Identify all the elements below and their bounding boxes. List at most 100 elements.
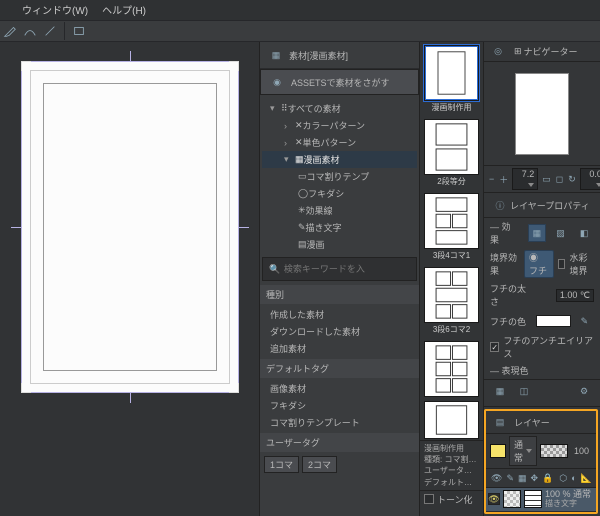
effect-btn-1[interactable]: ▦	[528, 224, 546, 242]
tree-mono-pattern[interactable]: ›✕ 単色パターン	[262, 134, 417, 151]
eye-icon[interactable]: ◎	[489, 43, 507, 61]
zoom-fit-icon[interactable]: ▭	[542, 172, 551, 186]
canvas-area[interactable]	[0, 42, 260, 516]
tag-balloon[interactable]: フキダシ	[260, 397, 419, 414]
tool-line-icon[interactable]	[41, 22, 59, 40]
material-tree: ▾⠿ すべての素材 ›✕ カラーパターン ›✕ 単色パターン ▾▦ 漫画素材 ▭…	[260, 98, 419, 255]
tone-toggle[interactable]: トーン化	[420, 490, 483, 508]
layer-property-panel: ⓘ レイヤープロパティ — 効果 ▦ ▨ ◧ 境界効果 ◉ フチ 水彩境界 フチ…	[484, 193, 600, 407]
prop-tool-1[interactable]: ▦	[491, 382, 509, 400]
border-color-swatch[interactable]	[536, 315, 571, 327]
ruler-icon[interactable]: 📐	[581, 471, 592, 485]
eyedropper-icon[interactable]: ✎	[576, 312, 593, 330]
navigator-preview[interactable]	[484, 62, 600, 166]
mask-icon[interactable]: ◐	[571, 471, 576, 485]
workspace: ▦ 素材[漫画素材] ◉ ASSETSで素材をさがす ▾⠿ すべての素材 ›✕ …	[0, 42, 600, 516]
watercolor-label: 水彩境界	[569, 251, 594, 277]
layers-panel: ▤ レイヤー 通常 100 👁 ✎ ▦ ✥ 🔒 ⬡ ◐ 📐	[484, 409, 598, 514]
watercolor-check[interactable]	[558, 259, 565, 269]
canvas-page[interactable]	[30, 70, 230, 384]
user-tag-2[interactable]: 2コマ	[302, 456, 337, 473]
navigator-page	[515, 73, 569, 155]
antialias-row[interactable]: フチのアンチエイリアス	[484, 332, 600, 362]
thumb-5[interactable]	[424, 341, 479, 397]
opacity-value[interactable]: 100	[571, 446, 592, 456]
filter-created[interactable]: 作成した素材	[260, 306, 419, 323]
opacity-checker	[540, 444, 568, 458]
layer-property-tab[interactable]: ⓘ レイヤープロパティ	[484, 193, 600, 218]
thumb-2[interactable]	[424, 119, 479, 175]
material-search[interactable]: 🔍	[262, 257, 417, 281]
border-pill[interactable]: ◉ フチ	[524, 250, 554, 278]
tree-balloon[interactable]: ◯ フキダシ	[262, 185, 417, 202]
menu-help[interactable]: ヘルプ(H)	[102, 2, 146, 17]
filter-added[interactable]: 追加素材	[260, 340, 419, 357]
filter-downloaded[interactable]: ダウンロードした素材	[260, 323, 419, 340]
effect-row: — 効果 ▦ ▨ ◧	[484, 218, 600, 248]
effect-btn-2[interactable]: ▨	[552, 224, 570, 242]
thumb-1[interactable]	[424, 45, 479, 101]
thumb-4[interactable]	[424, 267, 479, 323]
layer-row[interactable]: 👁 100 % 通常描き文字	[486, 488, 596, 512]
tag-image[interactable]: 画像素材	[260, 380, 419, 397]
visibility-icon[interactable]: 👁	[488, 493, 500, 505]
rotate-icon[interactable]: ↻	[568, 172, 576, 186]
lock-pen-icon[interactable]: ✎	[506, 471, 514, 485]
tree-effect-line[interactable]: ✳ 効果線	[262, 202, 417, 219]
lock-trans-icon[interactable]: ▦	[518, 471, 527, 485]
antialias-check[interactable]	[490, 342, 499, 352]
layer-thumb	[503, 490, 521, 508]
effect-label: 効果	[490, 222, 511, 245]
tree-gaki-moji[interactable]: ✎ 描き文字	[262, 219, 417, 236]
layers-tab[interactable]: ▤ レイヤー	[486, 411, 596, 434]
user-tag-row: 1コマ 2コマ	[260, 454, 419, 475]
lock-pos-icon[interactable]: ✥	[531, 471, 539, 485]
tree-all-materials[interactable]: ▾⠿ すべての素材	[262, 100, 417, 117]
zoom-value[interactable]: 7.2	[512, 168, 538, 190]
info-icon: ⓘ	[491, 196, 509, 214]
assets-search-button[interactable]: ◉ ASSETSで素材をさがす	[260, 69, 419, 95]
section-type: 種別	[260, 285, 419, 304]
section-default-tag: デフォルトタグ	[260, 359, 419, 378]
thumb-6[interactable]	[424, 401, 479, 439]
navigator-tab[interactable]: ⊞ ナビゲーター	[510, 45, 582, 58]
thickness-row: フチの太さ 1.00 ℃	[484, 280, 600, 310]
prop-tool-3[interactable]: ⚙	[575, 382, 593, 400]
tool-options-icon[interactable]	[70, 22, 88, 40]
angle-value[interactable]: 0.0	[580, 168, 600, 190]
layer-color-swatch[interactable]	[490, 444, 506, 458]
thickness-value[interactable]: 1.00 ℃	[556, 289, 594, 302]
info-default-tag: デフォルトタグ: コマ割りテンプレート	[424, 477, 479, 488]
zoom-out-icon[interactable]: −	[489, 172, 494, 186]
tone-checkbox[interactable]	[424, 494, 434, 504]
menu-bar: ウィンドウ(W) ヘルプ(H)	[0, 0, 600, 20]
ref-icon[interactable]: ⬡	[559, 471, 567, 485]
material-panel-tab[interactable]: ▦ 素材[漫画素材]	[260, 42, 419, 69]
right-dock: ◎ ⊞ ナビゲーター − ＋ 7.2 ▭ ◻ ↻ 0.0 ⇋ ⓘ レイヤープロパ…	[484, 42, 600, 516]
lock-eye-icon[interactable]: 👁	[491, 471, 502, 485]
tree-manga-material[interactable]: ▾▦ 漫画素材	[262, 151, 417, 168]
layer-list: 👁 100 % 通常描き文字 👁 ▭ 100 % 通常コマ 1 👁 100 % …	[486, 488, 596, 512]
tool-pen-icon[interactable]	[1, 22, 19, 40]
search-icon: 🔍	[267, 260, 283, 278]
layers-icon: ▤	[491, 413, 509, 431]
zoom-100-icon[interactable]: ◻	[556, 172, 563, 186]
material-search-input[interactable]	[284, 264, 413, 274]
blend-mode-select[interactable]: 通常	[509, 436, 537, 466]
tree-color-pattern[interactable]: ›✕ カラーパターン	[262, 117, 417, 134]
expression-label: 表現色	[502, 366, 529, 376]
tool-curve-icon[interactable]	[21, 22, 39, 40]
zoom-in-icon[interactable]: ＋	[499, 172, 508, 186]
prop-tool-2[interactable]: ◫	[515, 382, 533, 400]
user-tag-1[interactable]: 1コマ	[264, 456, 299, 473]
thumb-3[interactable]	[424, 193, 479, 249]
cloud-icon: ◉	[268, 73, 286, 91]
lock-all-icon[interactable]: 🔒	[542, 471, 553, 485]
tree-frame-template[interactable]: ▭ コマ割りテンプ	[262, 168, 417, 185]
material-thumbnails: 漫画制作用 2段等分 3段4コマ1 3段6コマ2 漫画制作用 種類: コマ割りテ…	[420, 42, 484, 516]
menu-window[interactable]: ウィンドウ(W)	[22, 2, 88, 17]
tree-manga[interactable]: ▤ 漫画	[262, 236, 417, 253]
effect-btn-3[interactable]: ◧	[575, 224, 593, 242]
tag-frame-template[interactable]: コマ割りテンプレート	[260, 414, 419, 431]
info-name: 漫画制作用	[424, 443, 479, 454]
